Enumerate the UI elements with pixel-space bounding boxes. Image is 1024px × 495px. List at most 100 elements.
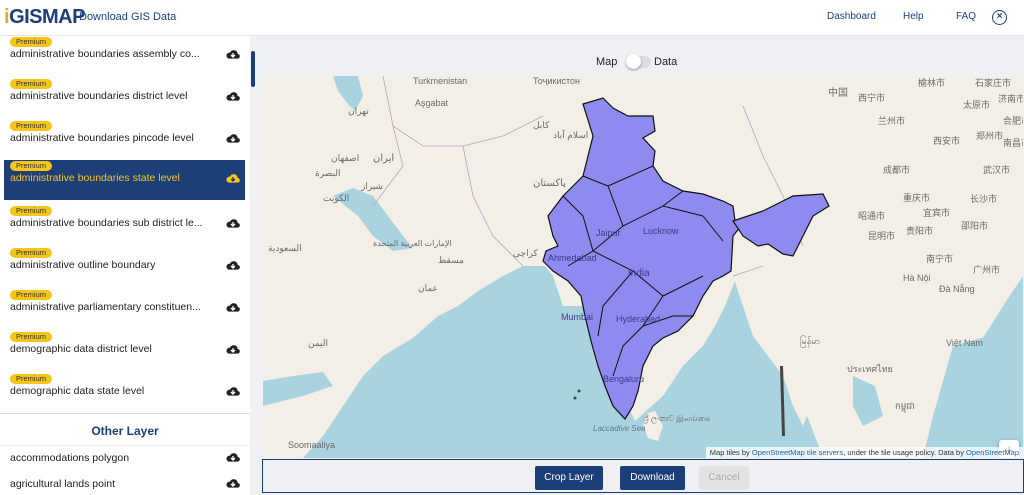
cloud-download-icon[interactable] — [225, 450, 241, 466]
attribution-link-osm[interactable]: OpenStreetMap — [966, 448, 1019, 457]
layer-item[interactable]: Premium demographic data state level — [4, 373, 245, 413]
layer-name: administrative boundaries sub district l… — [10, 217, 203, 229]
map-label-ashgabat: Aşgabat — [415, 98, 449, 108]
basemap: 中国 India پاکستان ایران Jaipur Lucknow Ah… — [263, 76, 1023, 458]
map-data-toggle[interactable] — [626, 54, 651, 69]
cloud-download-icon[interactable] — [225, 476, 241, 492]
layer-item[interactable]: Premium administrative boundaries assemb… — [4, 36, 245, 76]
map-label-bengaluru: Bengaluru — [603, 374, 644, 384]
layer-name: administrative boundaries assembly co... — [10, 48, 200, 60]
map-label-esfahan: اصفهان — [331, 153, 359, 164]
map-label-shijiazhuang: 石家庄市 — [975, 77, 1011, 88]
map-label-kuwait: الكويت — [323, 193, 349, 204]
map-label-kabul: کابل — [533, 120, 550, 130]
close-circle-icon[interactable]: × — [992, 10, 1007, 25]
download-button[interactable]: Download — [620, 466, 685, 490]
attribution-link-tile-servers[interactable]: OpenStreetMap tile servers — [752, 448, 843, 457]
nav-faq[interactable]: FAQ — [956, 11, 976, 22]
cloud-download-icon[interactable] — [225, 300, 241, 316]
map-label-shaoyang: 邵阳市 — [961, 220, 988, 231]
map-label-pakistan: پاکستان — [533, 178, 566, 189]
map-label-taiyuan: 太原市 — [963, 99, 990, 110]
map-label-zhaotong: 昭通市 — [858, 210, 885, 221]
layer-item[interactable]: Premium administrative boundaries pincod… — [4, 120, 245, 160]
map-label-hefei: 合肥市 — [1003, 115, 1023, 126]
map-label-xining: 西宁市 — [858, 92, 885, 103]
sidebar-scroll-thumb[interactable] — [251, 51, 255, 87]
map-label-iran: ایران — [373, 153, 394, 164]
nav-dashboard[interactable]: Dashboard — [827, 11, 876, 22]
map-label-lucknow: Lucknow — [643, 226, 679, 236]
cloud-download-icon[interactable] — [225, 342, 241, 358]
map-label-china: 中国 — [828, 86, 848, 99]
layer-item[interactable]: Premium administrative boundaries distri… — [4, 78, 245, 118]
gismap-logo[interactable]: iGISMAP — [4, 6, 85, 30]
premium-badge: Premium — [10, 161, 53, 171]
other-layer-item[interactable]: agricultural lands point — [4, 472, 245, 495]
map-label-chongqing: 重庆市 — [903, 192, 930, 203]
map-label-shiraz: شیراز — [360, 181, 383, 192]
map-label-hyderabad: Hyderabad — [616, 314, 660, 324]
map-label-muscat: مسقط — [438, 255, 464, 265]
toggle-map-label[interactable]: Map — [596, 56, 617, 68]
map-label-yulin: 榆林市 — [918, 77, 945, 88]
toggle-knob — [626, 54, 641, 69]
map-label-guangzhou: 广州市 — [973, 264, 1000, 275]
premium-badge: Premium — [10, 206, 53, 216]
attribution-text: , under the tile usage policy. Data by — [843, 448, 967, 457]
map-label-lanzhou: 兰州市 — [878, 115, 905, 126]
map-label-turkmenistan: Turkmenistan — [413, 76, 467, 86]
map-label-thailand: ประเทศไทย — [847, 364, 893, 374]
app-header: iGISMAP Download GIS Data Dashboard Help… — [0, 0, 1024, 36]
layer-item-selected[interactable]: Premium administrative boundaries state … — [4, 160, 245, 200]
map-label-yibin: 宜宾市 — [923, 207, 950, 218]
layer-name: administrative parliamentary constituen.… — [10, 301, 201, 313]
map-view[interactable]: 中国 India پاکستان ایران Jaipur Lucknow Ah… — [263, 76, 1023, 458]
lakshadweep-islands — [577, 389, 581, 393]
map-label-tehran: تهران — [348, 106, 369, 117]
map-label-somaliland: Soomaaliya — [288, 440, 335, 450]
map-label-viet-nam: Việt Nam — [946, 338, 983, 348]
cloud-download-icon[interactable] — [225, 89, 241, 105]
layer-name: demographic data state level — [10, 385, 145, 397]
layer-item[interactable]: Premium administrative outline boundary — [4, 247, 245, 287]
main-panel: Map Data 中国 India پاکستان ایران Jaipur L… — [256, 36, 1024, 495]
map-label-jaipur: Jaipur — [596, 228, 621, 238]
layer-name: demographic data district level — [10, 343, 152, 355]
map-label-tajikistan: Тоҷикистон — [533, 76, 580, 86]
cloud-download-icon[interactable] — [225, 258, 241, 274]
cancel-button[interactable]: Cancel — [699, 466, 749, 490]
cloud-download-icon[interactable] — [225, 171, 241, 187]
premium-badge: Premium — [10, 332, 53, 342]
map-label-zhengzhou: 郑州市 — [976, 130, 1003, 141]
other-layer-item[interactable]: accommodations polygon — [4, 446, 245, 470]
map-label-laccadive: Laccadive Sea — [593, 424, 646, 433]
map-label-basra: البصرة — [315, 168, 340, 179]
other-layer-heading: Other Layer — [91, 424, 159, 438]
action-bar: Crop Layer Download Cancel — [262, 459, 1024, 493]
cloud-download-icon[interactable] — [225, 216, 241, 232]
crop-layer-button[interactable]: Crop Layer — [535, 466, 603, 490]
cloud-download-icon[interactable] — [225, 384, 241, 400]
map-label-guiyang: 贵阳市 — [906, 225, 933, 236]
cloud-download-icon[interactable] — [225, 131, 241, 147]
layer-name: administrative boundaries district level — [10, 90, 188, 102]
map-label-da-nang: Đà Nẵng — [939, 284, 975, 294]
map-label-ha-noi: Hà Nội — [903, 273, 931, 283]
cloud-download-icon[interactable] — [225, 47, 241, 63]
layer-name: administrative boundaries state level — [10, 172, 180, 184]
attribution-text: Map tiles by — [709, 448, 752, 457]
premium-badge: Premium — [10, 79, 53, 89]
premium-badge: Premium — [10, 121, 53, 131]
layer-item[interactable]: Premium administrative boundaries sub di… — [4, 205, 245, 245]
map-label-saudi: السعودية — [268, 243, 302, 254]
map-label-ahmedabad: Ahmedabad — [548, 253, 597, 263]
view-toggle-bar: Map Data — [256, 36, 1024, 76]
layer-name: administrative outline boundary — [10, 259, 156, 271]
map-label-changsha: 长沙市 — [970, 193, 997, 204]
nav-help[interactable]: Help — [903, 11, 924, 22]
layer-item[interactable]: Premium administrative parliamentary con… — [4, 289, 245, 329]
toggle-data-label[interactable]: Data — [654, 56, 677, 68]
map-attribution: Map tiles by OpenStreetMap tile servers,… — [705, 447, 1023, 458]
layer-item[interactable]: Premium demographic data district level — [4, 331, 245, 371]
